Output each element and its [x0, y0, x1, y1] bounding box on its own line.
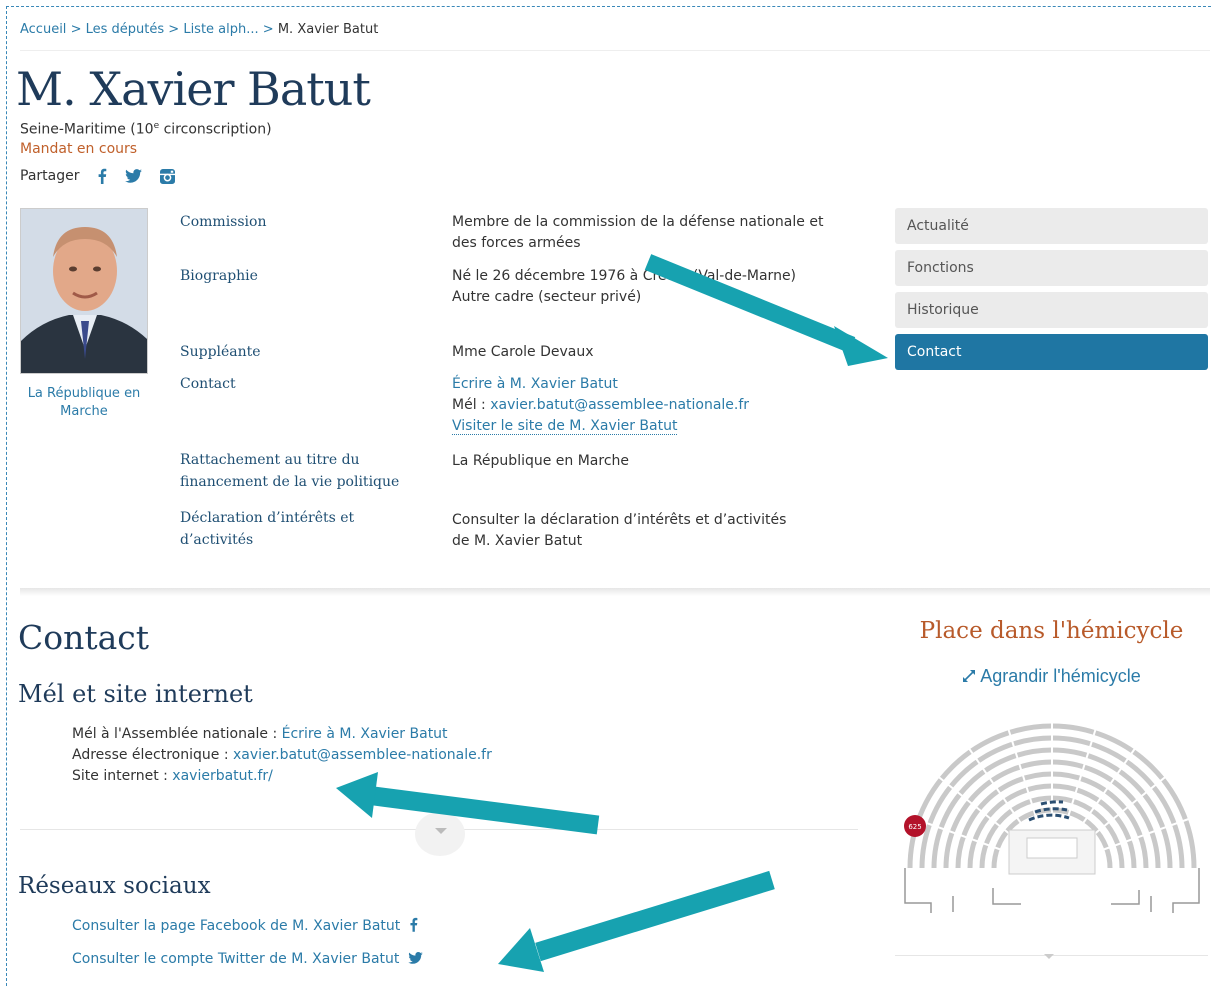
facebook-icon[interactable] — [97, 168, 107, 184]
adresse-link[interactable]: xavier.batut@assemblee-nationale.fr — [233, 747, 492, 763]
declaration-value[interactable]: Consulter la déclaration d’intérêts et d… — [452, 510, 802, 552]
twitter-icon[interactable] — [125, 169, 143, 183]
suppleante-label: Suppléante — [180, 344, 261, 360]
share-bar: Partager — [20, 168, 176, 184]
circonscription-text: Seine-Maritime (10 — [20, 121, 154, 138]
suppleante-value: Mme Carole Devaux — [452, 344, 594, 360]
share-label: Partager — [20, 168, 80, 184]
breadcrumb-deputes[interactable]: Les députés — [86, 22, 165, 37]
page-title: M. Xavier Batut — [16, 62, 371, 116]
reseaux-heading: Réseaux sociaux — [18, 873, 211, 899]
facebook-icon — [409, 917, 418, 936]
expand-icon — [962, 667, 976, 688]
mel-details: Mél à l'Assemblée nationale : Écrire à M… — [72, 724, 492, 787]
menu-item-fonctions[interactable]: Fonctions — [895, 250, 1208, 286]
hemicycle-heading: Place dans l'hémicycle — [919, 618, 1184, 644]
agrandir-label[interactable]: Agrandir l'hémicycle — [980, 666, 1141, 686]
menu-item-actualite[interactable]: Actualité — [895, 208, 1208, 244]
adresse-label: Adresse électronique : — [72, 747, 233, 763]
mel-heading: Mél et site internet — [18, 680, 253, 708]
mandat-status: Mandat en cours — [20, 141, 138, 157]
breadcrumb-accueil[interactable]: Accueil — [20, 22, 66, 37]
divider — [20, 50, 1210, 51]
site-label: Site internet : — [72, 768, 173, 784]
menu-item-contact[interactable]: Contact — [895, 334, 1208, 370]
breadcrumb: Accueil > Les députés > Liste alph... > … — [20, 22, 378, 37]
site-link[interactable]: xavierbatut.fr/ — [172, 768, 273, 784]
section-separator — [20, 588, 1210, 596]
agrandir-hemicycle-link[interactable]: Agrandir l'hémicycle — [895, 666, 1208, 688]
circonscription: Seine-Maritime (10e circonscription) — [20, 121, 272, 138]
facebook-link-row[interactable]: Consulter la page Facebook de M. Xavier … — [72, 917, 418, 936]
contact-ecrire-link[interactable]: Écrire à M. Xavier Batut — [452, 376, 618, 392]
chevron-down-icon[interactable] — [415, 812, 465, 856]
contact-heading: Contact — [18, 618, 150, 657]
rattachement-value: La République en Marche — [452, 453, 630, 469]
declaration-label[interactable]: Déclaration d’intérêts et d’activités — [180, 507, 400, 551]
contact-mel-label: Mél : — [452, 397, 491, 413]
seat-number: 625 — [908, 823, 921, 831]
breadcrumb-liste[interactable]: Liste alph... — [183, 22, 258, 37]
twitter-link[interactable]: Consulter le compte Twitter de M. Xavier… — [72, 951, 399, 967]
biographie-line-2: Autre cadre (secteur privé) — [452, 289, 642, 305]
deputy-photo — [20, 208, 148, 374]
mel-an-link[interactable]: Écrire à M. Xavier Batut — [282, 726, 448, 742]
contact-value: Écrire à M. Xavier Batut Mél : xavier.ba… — [452, 374, 852, 437]
biographie-label: Biographie — [180, 268, 258, 284]
breadcrumb-separator: > — [70, 22, 82, 37]
instagram-icon[interactable] — [160, 168, 176, 184]
chevron-down-icon[interactable] — [1030, 948, 1070, 964]
twitter-link-row[interactable]: Consulter le compte Twitter de M. Xavier… — [72, 951, 423, 968]
circonscription-text-2: circonscription) — [159, 121, 272, 138]
twitter-icon — [408, 952, 423, 968]
contact-mel-link[interactable]: xavier.batut@assemblee-nationale.fr — [490, 397, 749, 413]
contact-label: Contact — [180, 376, 236, 392]
breadcrumb-current: M. Xavier Batut — [277, 22, 379, 37]
commission-value[interactable]: Membre de la commission de la défense na… — [452, 212, 848, 254]
side-menu: Actualité Fonctions Historique Contact — [895, 208, 1208, 376]
breadcrumb-separator: > — [168, 22, 180, 37]
rattachement-label: Rattachement au titre du financement de … — [180, 452, 400, 490]
biographie-value: Né le 26 décembre 1976 à Créteil (Val-de… — [452, 266, 848, 308]
commission-label: Commission — [180, 214, 267, 230]
hemicycle-diagram[interactable]: 625 — [893, 698, 1211, 923]
biographie-line-1: Né le 26 décembre 1976 à Créteil (Val-de… — [452, 268, 797, 284]
contact-site-link[interactable]: Visiter le site de M. Xavier Batut — [452, 418, 678, 435]
menu-item-historique[interactable]: Historique — [895, 292, 1208, 328]
party-label[interactable]: La République en Marche — [24, 385, 144, 421]
breadcrumb-separator: > — [262, 22, 274, 37]
facebook-link[interactable]: Consulter la page Facebook de M. Xavier … — [72, 918, 400, 934]
mel-an-label: Mél à l'Assemblée nationale : — [72, 726, 282, 742]
